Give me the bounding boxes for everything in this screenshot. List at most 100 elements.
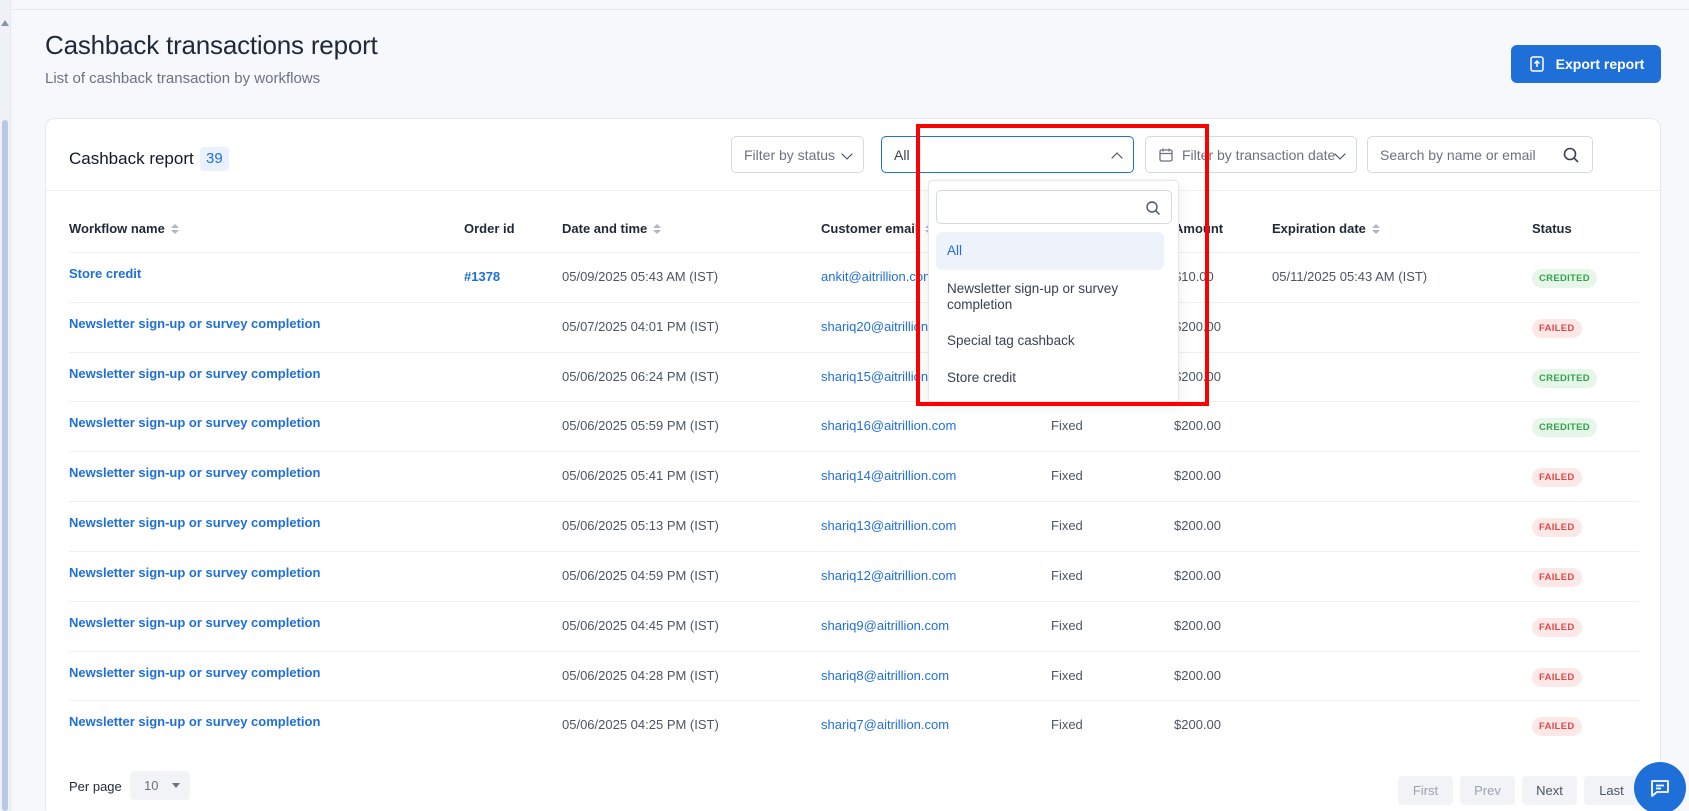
table-row: Newsletter sign-up or survey completion 0… bbox=[69, 651, 1639, 701]
prev-page-button[interactable]: Prev bbox=[1460, 776, 1515, 805]
card-title: Cashback report bbox=[69, 149, 194, 168]
sort-icon[interactable] bbox=[1371, 223, 1380, 234]
status-badge: FAILED bbox=[1532, 717, 1582, 736]
workflow-name-link[interactable]: Newsletter sign-up or survey completion bbox=[69, 366, 320, 381]
cashback-report-card: Cashback report 39 Workflow name Order i… bbox=[45, 118, 1661, 811]
customer-email-link[interactable]: shariq13@aitrillion.com bbox=[821, 518, 956, 533]
header-expiration-label: Expiration date bbox=[1272, 221, 1366, 236]
last-page-button[interactable]: Last bbox=[1584, 776, 1639, 805]
table-row: Newsletter sign-up or survey completion 0… bbox=[69, 451, 1639, 501]
customer-email-link[interactable]: shariq9@aitrillion.com bbox=[821, 618, 949, 633]
customer-email-link[interactable]: shariq12@aitrillion.com bbox=[821, 568, 956, 583]
count-badge: 39 bbox=[200, 147, 229, 171]
cashback-amount: $200.00 bbox=[1174, 568, 1221, 583]
transaction-datetime: 05/06/2025 04:59 PM (IST) bbox=[562, 568, 719, 583]
cashback-type: Fixed bbox=[1051, 717, 1083, 732]
transaction-datetime: 05/06/2025 05:13 PM (IST) bbox=[562, 518, 719, 533]
workflow-name-link[interactable]: Newsletter sign-up or survey completion bbox=[69, 515, 320, 530]
chevron-down-icon bbox=[1334, 148, 1346, 160]
workflow-name-link[interactable]: Store credit bbox=[69, 266, 141, 281]
header-status: Status bbox=[1532, 221, 1572, 236]
workflow-name-link[interactable]: Newsletter sign-up or survey completion bbox=[69, 615, 320, 630]
customer-email-link[interactable]: shariq8@aitrillion.com bbox=[821, 668, 949, 683]
cashback-amount: $200.00 bbox=[1174, 468, 1221, 483]
customer-email-link[interactable]: shariq7@aitrillion.com bbox=[821, 717, 949, 732]
filter-status-label: Filter by status bbox=[744, 146, 836, 163]
chat-icon bbox=[1651, 780, 1669, 797]
header-workflow-name[interactable]: Workflow name bbox=[69, 221, 179, 236]
first-page-button[interactable]: First bbox=[1398, 776, 1453, 805]
scroll-up-icon[interactable] bbox=[1, 20, 9, 26]
customer-email-link[interactable]: shariq14@aitrillion.com bbox=[821, 468, 956, 483]
workflow-filter-value: All bbox=[894, 146, 910, 163]
header-date-time[interactable]: Date and time bbox=[562, 221, 662, 236]
header-expiration-date[interactable]: Expiration date bbox=[1272, 221, 1380, 236]
customer-email-link[interactable]: ankit@aitrillion.con bbox=[821, 269, 930, 284]
sort-icon[interactable] bbox=[170, 223, 179, 234]
export-file-icon bbox=[1529, 56, 1544, 72]
page-title: Cashback transactions report bbox=[45, 30, 378, 60]
per-page-select[interactable]: 10 bbox=[130, 771, 190, 800]
table-row: Newsletter sign-up or survey completion 0… bbox=[69, 601, 1639, 651]
table-row: Store credit #1378 05/09/2025 05:43 AM (IS… bbox=[69, 252, 1639, 302]
customer-email-link[interactable]: shariq16@aitrillion.com bbox=[821, 418, 956, 433]
search-icon[interactable] bbox=[1562, 146, 1580, 164]
status-badge: FAILED bbox=[1532, 568, 1582, 587]
workflow-name-link[interactable]: Newsletter sign-up or survey completion bbox=[69, 415, 320, 430]
header-status-label: Status bbox=[1532, 221, 1572, 236]
search-placeholder: Search by name or email bbox=[1380, 146, 1536, 163]
cashback-type: Fixed bbox=[1051, 468, 1083, 483]
cashback-type: Fixed bbox=[1051, 568, 1083, 583]
transaction-datetime: 05/06/2025 05:41 PM (IST) bbox=[562, 468, 719, 483]
status-badge: CREDITED bbox=[1532, 369, 1597, 388]
per-page-value: 10 bbox=[144, 778, 159, 793]
header-workflow-label: Workflow name bbox=[69, 221, 165, 236]
status-badge: FAILED bbox=[1532, 468, 1582, 487]
status-badge: FAILED bbox=[1532, 618, 1582, 637]
order-id-link[interactable]: #1378 bbox=[464, 269, 500, 284]
transaction-datetime: 05/06/2025 04:25 PM (IST) bbox=[562, 717, 719, 732]
workflow-name-link[interactable]: Newsletter sign-up or survey completion bbox=[69, 316, 320, 331]
filter-by-status-select[interactable]: Filter by status bbox=[731, 136, 864, 173]
table-row: Newsletter sign-up or survey completion 0… bbox=[69, 352, 1639, 402]
transaction-datetime: 05/09/2025 05:43 AM (IST) bbox=[562, 269, 719, 284]
workflow-name-link[interactable]: Newsletter sign-up or survey completion bbox=[69, 465, 320, 480]
cashback-type: Fixed bbox=[1051, 518, 1083, 533]
export-report-label: Export report bbox=[1555, 56, 1645, 72]
header-order-label: Order id bbox=[464, 221, 515, 236]
header-datetime-label: Date and time bbox=[562, 221, 648, 236]
transaction-datetime: 05/06/2025 06:24 PM (IST) bbox=[562, 369, 719, 384]
cashback-amount: $200.00 bbox=[1174, 618, 1221, 633]
customer-email-link[interactable]: shariq15@aitrillion bbox=[821, 369, 928, 384]
chat-button[interactable] bbox=[1634, 762, 1686, 811]
expiration-date: 05/11/2025 05:43 AM (IST) bbox=[1272, 269, 1428, 284]
transaction-datetime: 05/06/2025 04:45 PM (IST) bbox=[562, 618, 719, 633]
table-row: Newsletter sign-up or survey completion 0… bbox=[69, 302, 1639, 352]
customer-email-link[interactable]: shariq20@aitrillion bbox=[821, 319, 928, 334]
export-report-button[interactable]: Export report bbox=[1511, 45, 1661, 83]
workflow-name-link[interactable]: Newsletter sign-up or survey completion bbox=[69, 565, 320, 580]
workflow-name-link[interactable]: Newsletter sign-up or survey completion bbox=[69, 665, 320, 680]
page-scrollbar[interactable] bbox=[0, 0, 11, 811]
scrollbar-thumb[interactable] bbox=[2, 120, 8, 811]
table-row: Newsletter sign-up or survey completion 0… bbox=[69, 501, 1639, 551]
transaction-datetime: 05/06/2025 04:28 PM (IST) bbox=[562, 668, 719, 683]
table-row: Newsletter sign-up or survey completion 0… bbox=[69, 700, 1639, 750]
status-badge: FAILED bbox=[1532, 668, 1582, 687]
top-divider bbox=[11, 0, 1689, 10]
workflow-name-link[interactable]: Newsletter sign-up or survey completion bbox=[69, 714, 320, 729]
cashback-amount: $200.00 bbox=[1174, 518, 1221, 533]
status-badge: CREDITED bbox=[1532, 418, 1597, 437]
highlight-box bbox=[916, 124, 1209, 406]
sort-icon[interactable] bbox=[653, 223, 662, 234]
cashback-type: Fixed bbox=[1051, 618, 1083, 633]
status-badge: FAILED bbox=[1532, 518, 1582, 537]
per-page-label: Per page bbox=[69, 779, 122, 794]
next-page-button[interactable]: Next bbox=[1522, 776, 1577, 805]
page-subtitle: List of cashback transaction by workflow… bbox=[45, 70, 321, 87]
cashback-amount: $200.00 bbox=[1174, 418, 1221, 433]
search-input[interactable]: Search by name or email bbox=[1367, 136, 1593, 173]
table-row: Newsletter sign-up or survey completion 0… bbox=[69, 401, 1639, 451]
chevron-down-icon bbox=[841, 148, 853, 160]
header-email-label: Customer email bbox=[821, 221, 919, 236]
